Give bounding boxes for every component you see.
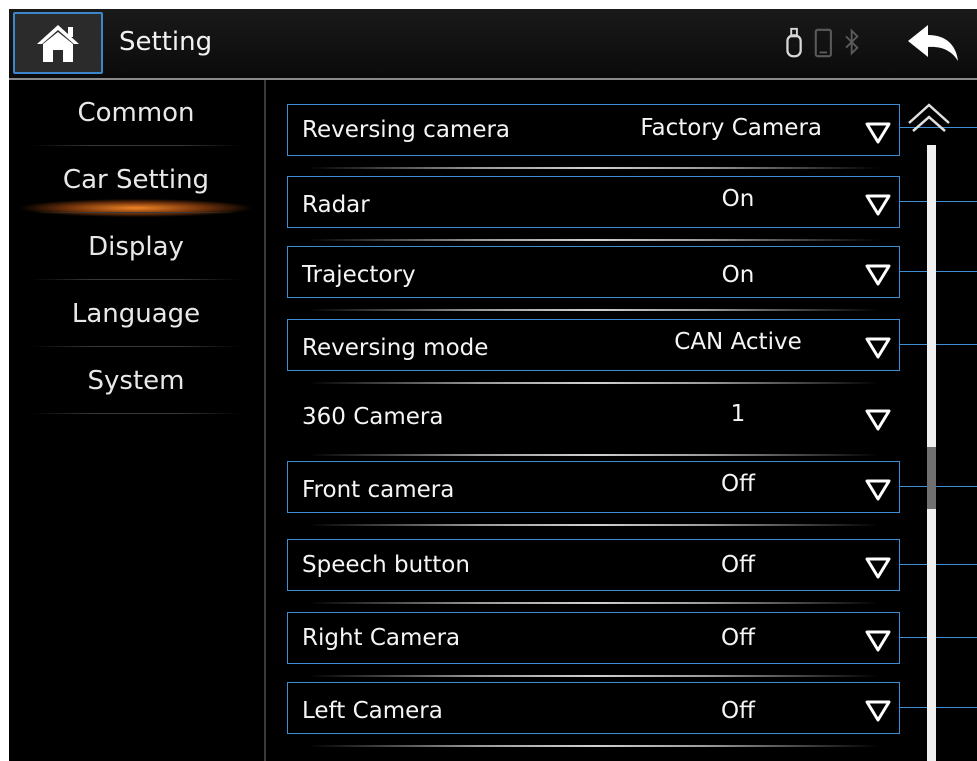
sidebar-item-label: Language xyxy=(71,299,201,329)
scroll-up-icon[interactable] xyxy=(907,101,951,135)
setting-row-speech-button[interactable]: Speech button Off xyxy=(287,539,900,604)
dropdown-triangle-icon[interactable] xyxy=(865,409,891,431)
sidebar-item-label: System xyxy=(87,366,185,396)
setting-label: Trajectory xyxy=(302,262,416,288)
row-divider xyxy=(308,602,879,604)
setting-value: Off xyxy=(721,625,755,651)
sidebar-item-label: Common xyxy=(77,98,195,128)
setting-value: Off xyxy=(721,698,755,724)
setting-value: Off xyxy=(721,552,755,578)
row-divider xyxy=(308,454,879,456)
setting-label: Radar xyxy=(302,192,370,218)
setting-value: On xyxy=(721,262,755,288)
connector-line xyxy=(900,637,977,638)
status-icons xyxy=(786,27,859,58)
setting-label: Right Camera xyxy=(302,625,461,651)
setting-label: 360 Camera xyxy=(302,404,444,430)
setting-label: Reversing camera xyxy=(302,117,511,143)
scrollbar-thumb[interactable] xyxy=(927,447,936,509)
row-divider xyxy=(308,309,879,311)
row-divider xyxy=(308,675,879,677)
connector-line xyxy=(900,564,977,565)
row-divider xyxy=(308,239,879,241)
dropdown-triangle-icon[interactable] xyxy=(865,337,891,359)
sidebar-item-system[interactable]: System xyxy=(31,348,241,414)
setting-row-reversing-camera[interactable]: Reversing camera Factory Camera xyxy=(287,104,900,169)
usb-icon xyxy=(786,27,802,58)
connector-line xyxy=(900,486,977,487)
setting-row-left-camera[interactable]: Left Camera Off xyxy=(287,682,900,747)
dropdown-triangle-icon[interactable] xyxy=(865,264,891,286)
setting-row-trajectory[interactable]: Trajectory On xyxy=(287,246,900,311)
header-bar: Setting xyxy=(9,9,977,80)
setting-label: Front camera xyxy=(302,477,455,503)
dropdown-triangle-icon[interactable] xyxy=(865,557,891,579)
setting-value: CAN Active xyxy=(674,329,802,355)
connector-line xyxy=(900,271,977,272)
dropdown-triangle-icon[interactable] xyxy=(865,630,891,652)
setting-value: On xyxy=(721,186,755,212)
setting-label: Speech button xyxy=(302,552,470,578)
connector-line xyxy=(900,201,977,202)
setting-value: Factory Camera xyxy=(640,115,822,141)
setting-label: Left Camera xyxy=(302,698,443,724)
home-button[interactable] xyxy=(13,12,103,74)
setting-row-360-camera[interactable]: 360 Camera 1 xyxy=(287,391,900,456)
setting-label: Reversing mode xyxy=(302,335,489,361)
sidebar-item-display[interactable]: Display xyxy=(31,214,241,280)
setting-value: Off xyxy=(721,471,755,497)
connector-line xyxy=(900,344,977,345)
dropdown-triangle-icon[interactable] xyxy=(865,479,891,501)
row-divider xyxy=(308,167,879,169)
sidebar-item-label: Car Setting xyxy=(62,165,210,195)
row-divider xyxy=(308,382,879,384)
row-divider xyxy=(308,745,879,747)
setting-row-right-camera[interactable]: Right Camera Off xyxy=(287,612,900,677)
sidebar-item-language[interactable]: Language xyxy=(31,281,241,347)
page-title: Setting xyxy=(119,27,213,57)
sidebar-item-car-setting[interactable]: Car Setting xyxy=(21,147,251,217)
sidebar-item-common[interactable]: Common xyxy=(31,80,241,146)
back-arrow-icon[interactable] xyxy=(904,23,962,63)
dropdown-triangle-icon[interactable] xyxy=(865,700,891,722)
setting-value: 1 xyxy=(730,401,746,427)
phone-icon xyxy=(814,28,832,58)
setting-row-reversing-mode[interactable]: Reversing mode CAN Active xyxy=(287,319,900,384)
row-divider xyxy=(308,524,879,526)
sidebar: Common Car Setting Display Language Syst… xyxy=(9,80,266,761)
sidebar-item-label: Display xyxy=(88,232,184,262)
connector-line xyxy=(900,707,977,708)
bluetooth-icon xyxy=(845,28,859,56)
setting-row-front-camera[interactable]: Front camera Off xyxy=(287,461,900,526)
dropdown-triangle-icon[interactable] xyxy=(865,194,891,216)
setting-row-radar[interactable]: Radar On xyxy=(287,176,900,241)
screen: Setting Common Car Setting Display Langu… xyxy=(9,9,977,761)
dropdown-triangle-icon[interactable] xyxy=(865,122,891,144)
home-icon xyxy=(37,25,79,62)
